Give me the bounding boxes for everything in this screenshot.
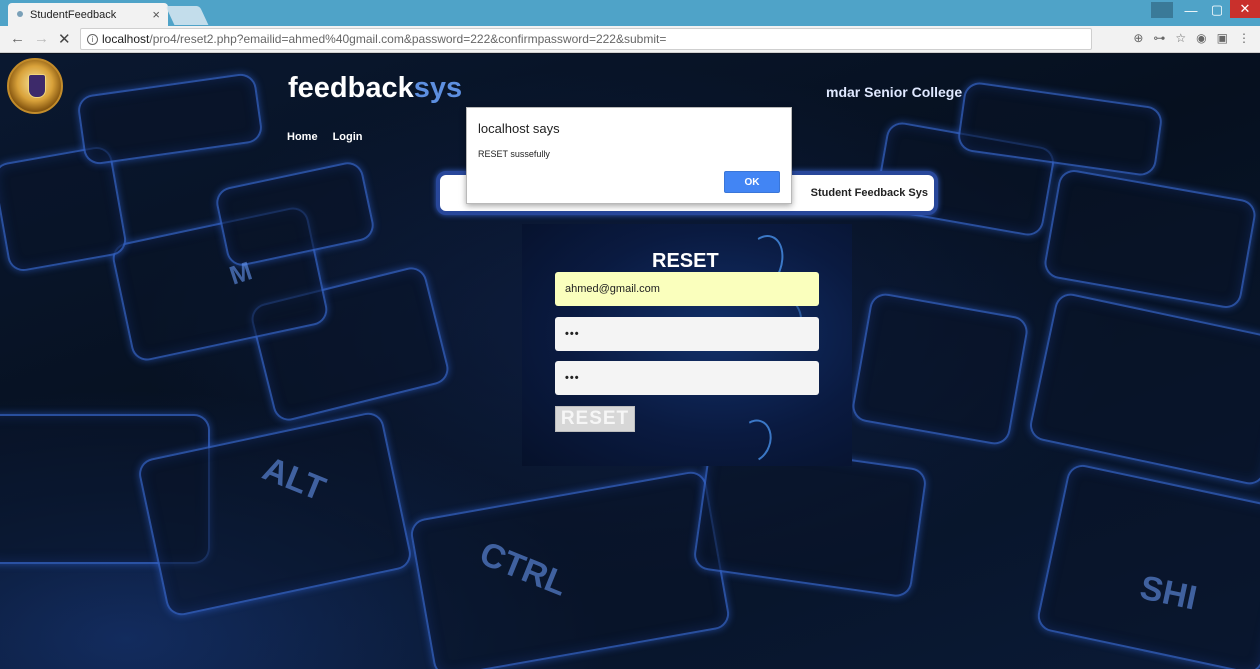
site-info-icon[interactable]: i — [87, 33, 98, 45]
user-profile-icon[interactable] — [1151, 2, 1173, 18]
menu-dots-icon[interactable]: ⋮ — [1238, 31, 1250, 45]
background-key — [76, 71, 264, 167]
reset-form-title: RESET — [652, 250, 719, 272]
site-title-main: feedback — [288, 72, 414, 104]
url-host: localhost — [102, 32, 150, 46]
dialog-message: RESET sussefully — [478, 149, 550, 159]
reset-submit-button[interactable]: RESET — [555, 406, 635, 432]
password-field[interactable]: ••• — [555, 317, 819, 351]
background-key — [0, 144, 129, 274]
close-window-button[interactable]: ✕ — [1230, 0, 1260, 18]
tab-close-icon[interactable]: × — [152, 7, 160, 22]
alert-dialog: localhost says RESET sussefully OK — [466, 107, 792, 204]
nav-home-link[interactable]: Home — [287, 131, 318, 143]
background-key — [1027, 290, 1260, 488]
college-logo — [7, 58, 63, 114]
browser-tab-bar: StudentFeedback × — ▢ ✕ — [0, 0, 1260, 26]
email-field[interactable]: ahmed@gmail.com — [555, 272, 819, 306]
confirm-password-field[interactable]: ••• — [555, 361, 819, 395]
background-key — [213, 159, 377, 269]
minimize-button[interactable]: — — [1178, 0, 1204, 20]
maximize-button[interactable]: ▢ — [1204, 0, 1230, 20]
decorative-swirl — [730, 414, 778, 468]
banner-text: Student Feedback Sys — [810, 187, 928, 199]
new-tab-button[interactable] — [165, 6, 209, 25]
site-title-accent: sys — [413, 72, 463, 104]
background-key — [849, 291, 1031, 447]
key-icon[interactable]: ⊶ — [1153, 31, 1165, 45]
reset-form-panel: RESET ahmed@gmail.com ••• ••• RESET — [522, 224, 852, 468]
tab-favicon-icon — [17, 11, 23, 17]
browser-tab[interactable]: StudentFeedback × — [8, 3, 168, 26]
back-arrow-icon[interactable]: ← — [10, 30, 25, 47]
zoom-icon[interactable]: ⊕ — [1133, 31, 1143, 45]
site-title: feedbacksys — [288, 72, 462, 105]
tab-title: StudentFeedback — [30, 8, 117, 21]
bookmark-star-icon[interactable]: ☆ — [1175, 31, 1186, 45]
browser-toolbar: ← → ✕ i localhost/pro4/reset2.php?emaili… — [0, 26, 1260, 53]
extension-icon[interactable]: ▣ — [1217, 31, 1228, 45]
url-path: /pro4/reset2.php?emailid=ahmed%40gmail.c… — [149, 32, 667, 46]
nav-login-link[interactable]: Login — [333, 131, 363, 143]
dialog-ok-button[interactable]: OK — [724, 171, 780, 193]
background-key — [1041, 167, 1259, 311]
background-key — [1034, 461, 1260, 669]
stop-loading-icon[interactable]: ✕ — [58, 30, 71, 48]
address-bar[interactable]: i localhost/pro4/reset2.php?emailid=ahme… — [80, 28, 1092, 50]
college-name: mdar Senior College — [826, 84, 963, 100]
main-nav: Home Login — [287, 131, 363, 143]
extension-icon[interactable]: ◉ — [1196, 31, 1206, 45]
forward-arrow-icon[interactable]: → — [34, 30, 49, 47]
page-content: ALT CTRL M SHI feedbacksys mdar Senior C… — [0, 54, 1260, 669]
dialog-title: localhost says — [478, 121, 560, 136]
extension-icons: ⊕ ⊶ ☆ ◉ ▣ ⋮ — [1133, 31, 1250, 45]
